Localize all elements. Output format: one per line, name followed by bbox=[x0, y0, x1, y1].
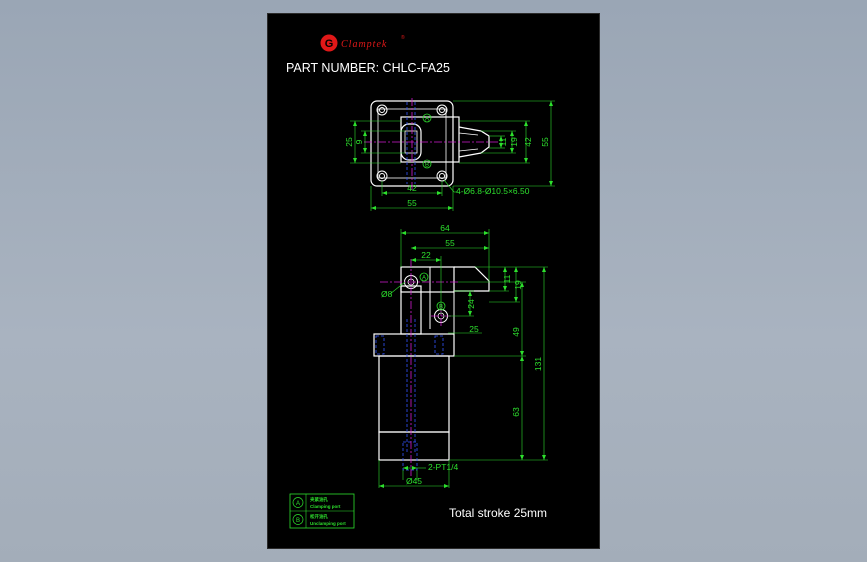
side-dim-dia8: Ø8 bbox=[381, 289, 393, 299]
top-dim-19: 19 bbox=[509, 137, 519, 147]
top-holes-callout: 4-Ø6.8-Ø10.5×6.50 bbox=[456, 186, 530, 196]
side-view: A B 64 55 22 Ø8 24 25 11 19 49 131 63 2-… bbox=[373, 223, 548, 488]
side-dim-19: 19 bbox=[513, 280, 523, 290]
side-dim-25: 25 bbox=[469, 324, 479, 334]
side-dim-64: 64 bbox=[440, 223, 450, 233]
side-dim-55: 55 bbox=[445, 238, 455, 248]
logo-letter: G bbox=[325, 38, 334, 50]
legend-en-b: Unclamping port bbox=[310, 521, 346, 526]
top-port-b-label: B bbox=[425, 163, 429, 169]
side-dim-63: 63 bbox=[511, 407, 521, 417]
top-port-a-label: A bbox=[425, 117, 429, 123]
logo-registered: ® bbox=[401, 34, 405, 41]
side-dim-131: 131 bbox=[533, 357, 543, 371]
top-dim-9: 9 bbox=[354, 139, 364, 144]
top-dim-55: 55 bbox=[540, 137, 550, 147]
top-dim-42: 42 bbox=[523, 137, 533, 147]
top-dim-25: 25 bbox=[344, 137, 354, 147]
legend-key-b: B bbox=[296, 518, 300, 524]
legend-cn-a: 夹紧油孔 bbox=[310, 496, 328, 503]
side-dim-24: 24 bbox=[466, 299, 476, 309]
top-dim-w55: 55 bbox=[407, 198, 417, 208]
side-port-a-label: A bbox=[422, 276, 426, 282]
drawing-sheet: G Clamptek ® PART NUMBER: CHLC-FA25 A B … bbox=[267, 13, 600, 549]
total-stroke-note: Total stroke 25mm bbox=[449, 506, 547, 520]
part-number: PART NUMBER: CHLC-FA25 bbox=[286, 61, 450, 75]
top-view: A B 25 9 11 19 42 55 42 55 4-Ø6.8-Ø10.5×… bbox=[344, 98, 555, 211]
logo-text: Clamptek bbox=[341, 39, 387, 50]
top-dim-11: 11 bbox=[498, 137, 508, 146]
legend-en-a: Clamping port bbox=[310, 504, 341, 509]
side-dim-49: 49 bbox=[511, 327, 521, 337]
brand-logo: G Clamptek ® bbox=[320, 34, 405, 52]
legend-key-a: A bbox=[296, 501, 300, 507]
side-dim-11: 11 bbox=[502, 274, 512, 283]
side-port-callout: 2-PT1/4 bbox=[428, 462, 459, 472]
legend-cn-b: 松开油孔 bbox=[310, 513, 328, 520]
port-legend: A 夹紧油孔 Clamping port B 松开油孔 Unclamping p… bbox=[289, 493, 355, 529]
top-dim-w42: 42 bbox=[407, 183, 417, 193]
side-dim-dia45: Ø45 bbox=[406, 476, 422, 486]
cad-drawing: G Clamptek ® PART NUMBER: CHLC-FA25 A B … bbox=[286, 34, 555, 529]
side-dim-22: 22 bbox=[421, 250, 431, 260]
